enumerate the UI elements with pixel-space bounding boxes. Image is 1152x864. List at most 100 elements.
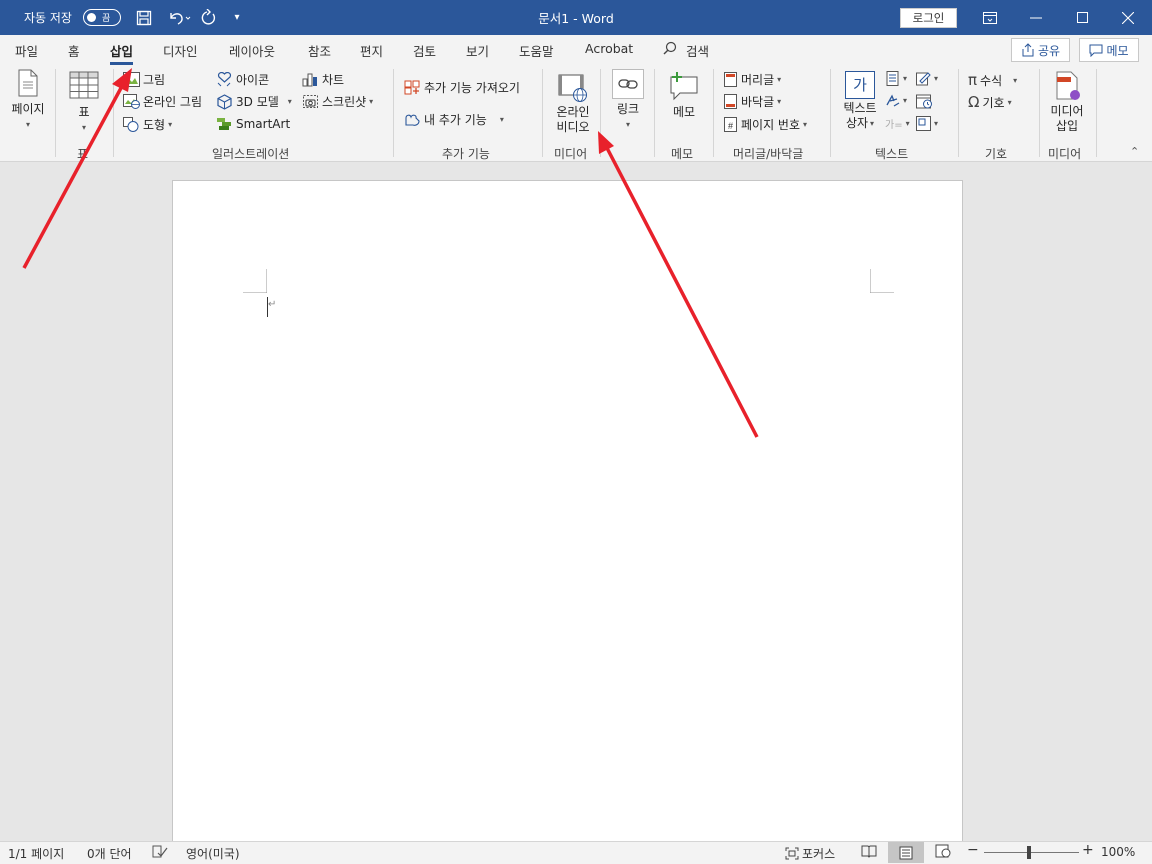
- group-label-table: 표: [77, 147, 89, 161]
- icons-button[interactable]: 아이콘: [216, 71, 269, 88]
- object-icon: [916, 116, 931, 131]
- print-layout-icon[interactable]: [888, 842, 924, 863]
- minimize-icon[interactable]: [1013, 0, 1059, 35]
- 3d-models-button[interactable]: 3D 모델 ▾: [216, 93, 292, 110]
- zoom-out-icon[interactable]: −: [967, 842, 979, 858]
- document-page[interactable]: ↵: [172, 180, 963, 841]
- equation-label: 수식: [980, 73, 1003, 88]
- footer-button[interactable]: 바닥글 ▾: [723, 93, 781, 110]
- proofing-icon[interactable]: [152, 845, 168, 859]
- tab-home[interactable]: 홈: [68, 41, 80, 60]
- picture-button[interactable]: 그림: [123, 71, 165, 88]
- screenshot-label: 스크린샷: [322, 95, 367, 109]
- screenshot-button[interactable]: 스크린샷 ▾: [302, 93, 373, 110]
- smartart-label: SmartArt: [236, 116, 291, 131]
- date-time-button[interactable]: [916, 93, 933, 109]
- get-addins-button[interactable]: 추가 기능 가져오기: [404, 79, 520, 96]
- close-icon[interactable]: [1105, 0, 1151, 35]
- online-video-button[interactable]: 온라인 비디오: [550, 73, 596, 135]
- chevron-down-icon: ▾: [777, 75, 782, 84]
- chevron-down-icon: ▾: [777, 97, 782, 106]
- share-icon: [1022, 43, 1034, 57]
- my-addins-button[interactable]: 내 추가 기능 ▾: [404, 111, 504, 128]
- comments-button[interactable]: 메모: [1079, 38, 1139, 62]
- shapes-button[interactable]: 도형 ▾: [123, 116, 172, 133]
- web-layout-icon[interactable]: [935, 844, 951, 858]
- tab-view[interactable]: 보기: [466, 41, 489, 60]
- zoom-slider[interactable]: [984, 852, 1079, 853]
- zoom-in-icon[interactable]: +: [1082, 842, 1094, 858]
- omega-icon: Ω: [968, 93, 980, 111]
- customize-qat-icon[interactable]: ▾: [226, 0, 248, 35]
- signature-line-button[interactable]: ▾: [916, 71, 938, 86]
- tab-mailings[interactable]: 편지: [360, 41, 383, 60]
- document-canvas[interactable]: ↵: [0, 162, 1152, 841]
- tab-design[interactable]: 디자인: [163, 41, 198, 60]
- tab-acrobat[interactable]: Acrobat: [585, 41, 633, 56]
- chevron-down-icon: ▾: [287, 97, 292, 106]
- online-picture-button[interactable]: 온라인 그림: [123, 93, 202, 110]
- smartart-button[interactable]: SmartArt: [216, 116, 290, 131]
- separator: [1096, 69, 1097, 157]
- new-comment-button[interactable]: 메모: [664, 71, 704, 120]
- chevron-down-icon: ▾: [903, 96, 908, 105]
- zoom-level[interactable]: 100%: [1101, 845, 1135, 859]
- tab-help[interactable]: 도움말: [519, 41, 554, 60]
- chevron-down-icon: ▾: [905, 119, 910, 128]
- tab-references[interactable]: 참조: [308, 41, 331, 60]
- zoom-slider-thumb[interactable]: [1027, 846, 1031, 859]
- page-number-button[interactable]: # 페이지 번호 ▾: [723, 116, 807, 133]
- equation-button[interactable]: π 수식 ▾: [968, 71, 1017, 89]
- picture-label: 그림: [143, 73, 166, 87]
- text-box-button[interactable]: 가 텍스트 상자 ▾: [838, 71, 882, 131]
- share-button[interactable]: 공유: [1011, 38, 1070, 62]
- drop-cap-button[interactable]: 가= ▾: [885, 116, 910, 131]
- autosave-state: 끔: [102, 14, 111, 24]
- group-label-media2: 미디어: [1048, 147, 1082, 161]
- object-button[interactable]: ▾: [916, 116, 938, 131]
- page-number-icon: #: [724, 117, 737, 132]
- save-icon[interactable]: [133, 0, 155, 35]
- undo-icon[interactable]: [164, 0, 194, 35]
- focus-button[interactable]: 포커스: [785, 845, 835, 862]
- login-button[interactable]: 로그인: [900, 8, 957, 28]
- tab-review[interactable]: 검토: [413, 41, 436, 60]
- online-video-label-line2: 비디오: [556, 120, 590, 134]
- header-button[interactable]: 머리글 ▾: [723, 71, 781, 88]
- signature-icon: [916, 72, 931, 86]
- insert-media-button[interactable]: 미디어 삽입: [1044, 71, 1090, 134]
- pi-icon: π: [968, 71, 978, 89]
- tab-insert[interactable]: 삽입: [110, 41, 134, 65]
- tab-layout[interactable]: 레이아웃: [229, 41, 275, 60]
- chevron-down-icon: ▾: [625, 120, 630, 129]
- new-comment-label: 메모: [672, 105, 696, 119]
- shapes-label: 도형: [143, 118, 166, 132]
- autosave-toggle[interactable]: 끔: [83, 9, 121, 26]
- autosave-label: 자동 저장: [24, 11, 72, 25]
- online-picture-icon: [123, 94, 140, 109]
- language[interactable]: 영어(미국): [186, 845, 240, 862]
- link-icon: [612, 69, 644, 99]
- ribbon-display-icon[interactable]: [967, 0, 1013, 35]
- symbol-button[interactable]: Ω 기호 ▾: [968, 93, 1012, 111]
- page-count[interactable]: 1/1 페이지: [8, 845, 64, 862]
- store-icon: [404, 80, 420, 95]
- word-count[interactable]: 0개 단어: [87, 845, 132, 862]
- wordart-button[interactable]: ▾: [885, 93, 907, 108]
- collapse-ribbon-icon[interactable]: ⌃: [1130, 145, 1139, 158]
- link-button[interactable]: 링크 ▾: [609, 69, 647, 132]
- addins-icon: [405, 114, 420, 126]
- chart-button[interactable]: 차트: [302, 71, 344, 88]
- pages-button[interactable]: 페이지 ▾: [8, 69, 48, 132]
- group-label-comments: 메모: [671, 147, 694, 161]
- redo-icon[interactable]: [197, 0, 219, 35]
- read-mode-icon[interactable]: [861, 844, 877, 858]
- table-button[interactable]: 표 ▾: [64, 71, 104, 135]
- maximize-icon[interactable]: [1059, 0, 1105, 35]
- tab-file[interactable]: 파일: [15, 41, 38, 60]
- quick-parts-button[interactable]: ▾: [885, 71, 907, 86]
- title-bar: 자동 저장 끔 ▾ 문서1 - Word 로그인: [0, 0, 1152, 35]
- separator: [55, 69, 56, 157]
- tab-search[interactable]: 검색: [663, 41, 709, 60]
- group-label-addins: 추가 기능: [442, 147, 490, 161]
